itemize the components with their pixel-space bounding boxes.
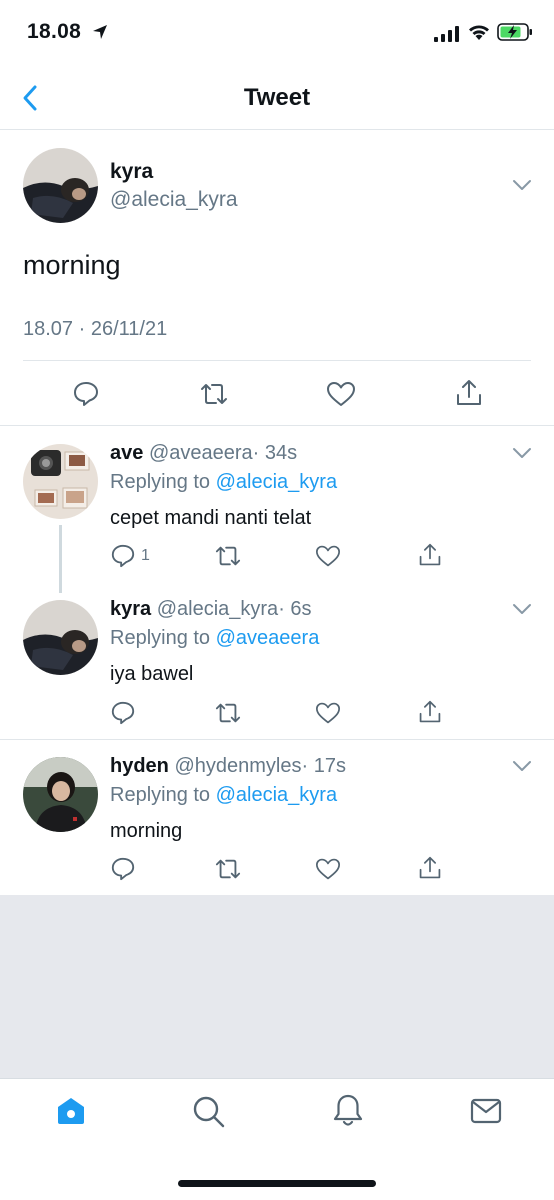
retweet-icon[interactable] [198,380,230,408]
divider [0,129,554,130]
tweet-timestamp: 18.07 · 26/11/21 [23,318,168,340]
bell-icon[interactable] [332,1093,364,1129]
avatar[interactable] [23,600,98,675]
share-icon[interactable] [418,855,442,881]
retweet-icon[interactable] [213,856,243,882]
wifi-icon [469,25,489,40]
like-icon[interactable] [326,380,356,408]
mention-link[interactable]: @alecia_kyra [216,784,337,806]
replying-to: Replying to @alecia_kyra [110,784,337,807]
replying-to: Replying to @aveaeera [110,627,319,650]
reply-icon[interactable] [110,543,136,569]
author-name[interactable]: kyra [110,598,151,620]
like-icon[interactable] [315,857,341,881]
mail-icon[interactable] [470,1097,502,1125]
author-handle[interactable]: @alecia_kyra [157,598,278,620]
share-icon[interactable] [418,542,442,568]
reply-icon[interactable] [110,700,136,726]
chevron-down-icon[interactable] [512,446,532,460]
search-icon[interactable] [192,1095,226,1129]
share-icon[interactable] [455,378,483,408]
replying-to: Replying to @alecia_kyra [110,471,337,494]
page-title: Tweet [243,84,311,111]
reply-time: · 17s [301,755,346,777]
replying-to-label: Replying to [110,627,211,649]
avatar[interactable] [23,757,98,832]
retweet-icon[interactable] [213,543,243,569]
reply-header: kyra @alecia_kyra· 6s [110,598,312,621]
tweet-text: morning [23,250,121,280]
avatar[interactable] [23,148,98,223]
reply-icon[interactable] [72,380,100,408]
cellular-signal-icon [434,26,459,42]
divider [0,739,554,740]
author-name[interactable]: hyden [110,755,169,777]
chevron-down-icon[interactable] [512,602,532,616]
tweet-text: morning [110,820,183,842]
chevron-down-icon[interactable] [512,178,532,192]
battery-charging-icon [497,23,532,41]
retweet-icon[interactable] [213,700,243,726]
tweet-text: iya bawel [110,663,194,685]
author-name[interactable]: kyra [110,160,153,184]
avatar[interactable] [23,444,98,519]
author-handle[interactable]: @aveaeera [149,442,253,464]
author-handle[interactable]: @hydenmyles [174,755,301,777]
mention-link[interactable]: @aveaeera [216,627,320,649]
home-indicator [178,1180,376,1187]
mention-link[interactable]: @alecia_kyra [216,471,337,493]
thread-line [59,525,62,593]
replying-to-label: Replying to [110,784,211,806]
reply-header: ave @aveaeera· 34s [110,442,297,465]
reply-icon[interactable] [110,856,136,882]
divider [23,360,531,361]
divider [0,425,554,426]
replying-to-label: Replying to [110,471,211,493]
tweet-text: cepet mandi nanti telat [110,507,312,529]
chevron-down-icon[interactable] [512,759,532,773]
like-icon[interactable] [315,701,341,725]
share-icon[interactable] [418,699,442,725]
reply-count: 1 [141,547,150,564]
reply-time: · 6s [278,598,312,620]
reply-header: hyden @hydenmyles· 17s [110,755,346,778]
home-icon[interactable] [55,1095,87,1127]
status-time: 18.08 [27,20,82,43]
location-arrow-icon [93,25,107,39]
author-name[interactable]: ave [110,442,143,464]
empty-area [0,895,554,1078]
author-handle[interactable]: @alecia_kyra [110,188,238,212]
like-icon[interactable] [315,544,341,568]
reply-time: · 34s [252,442,298,464]
